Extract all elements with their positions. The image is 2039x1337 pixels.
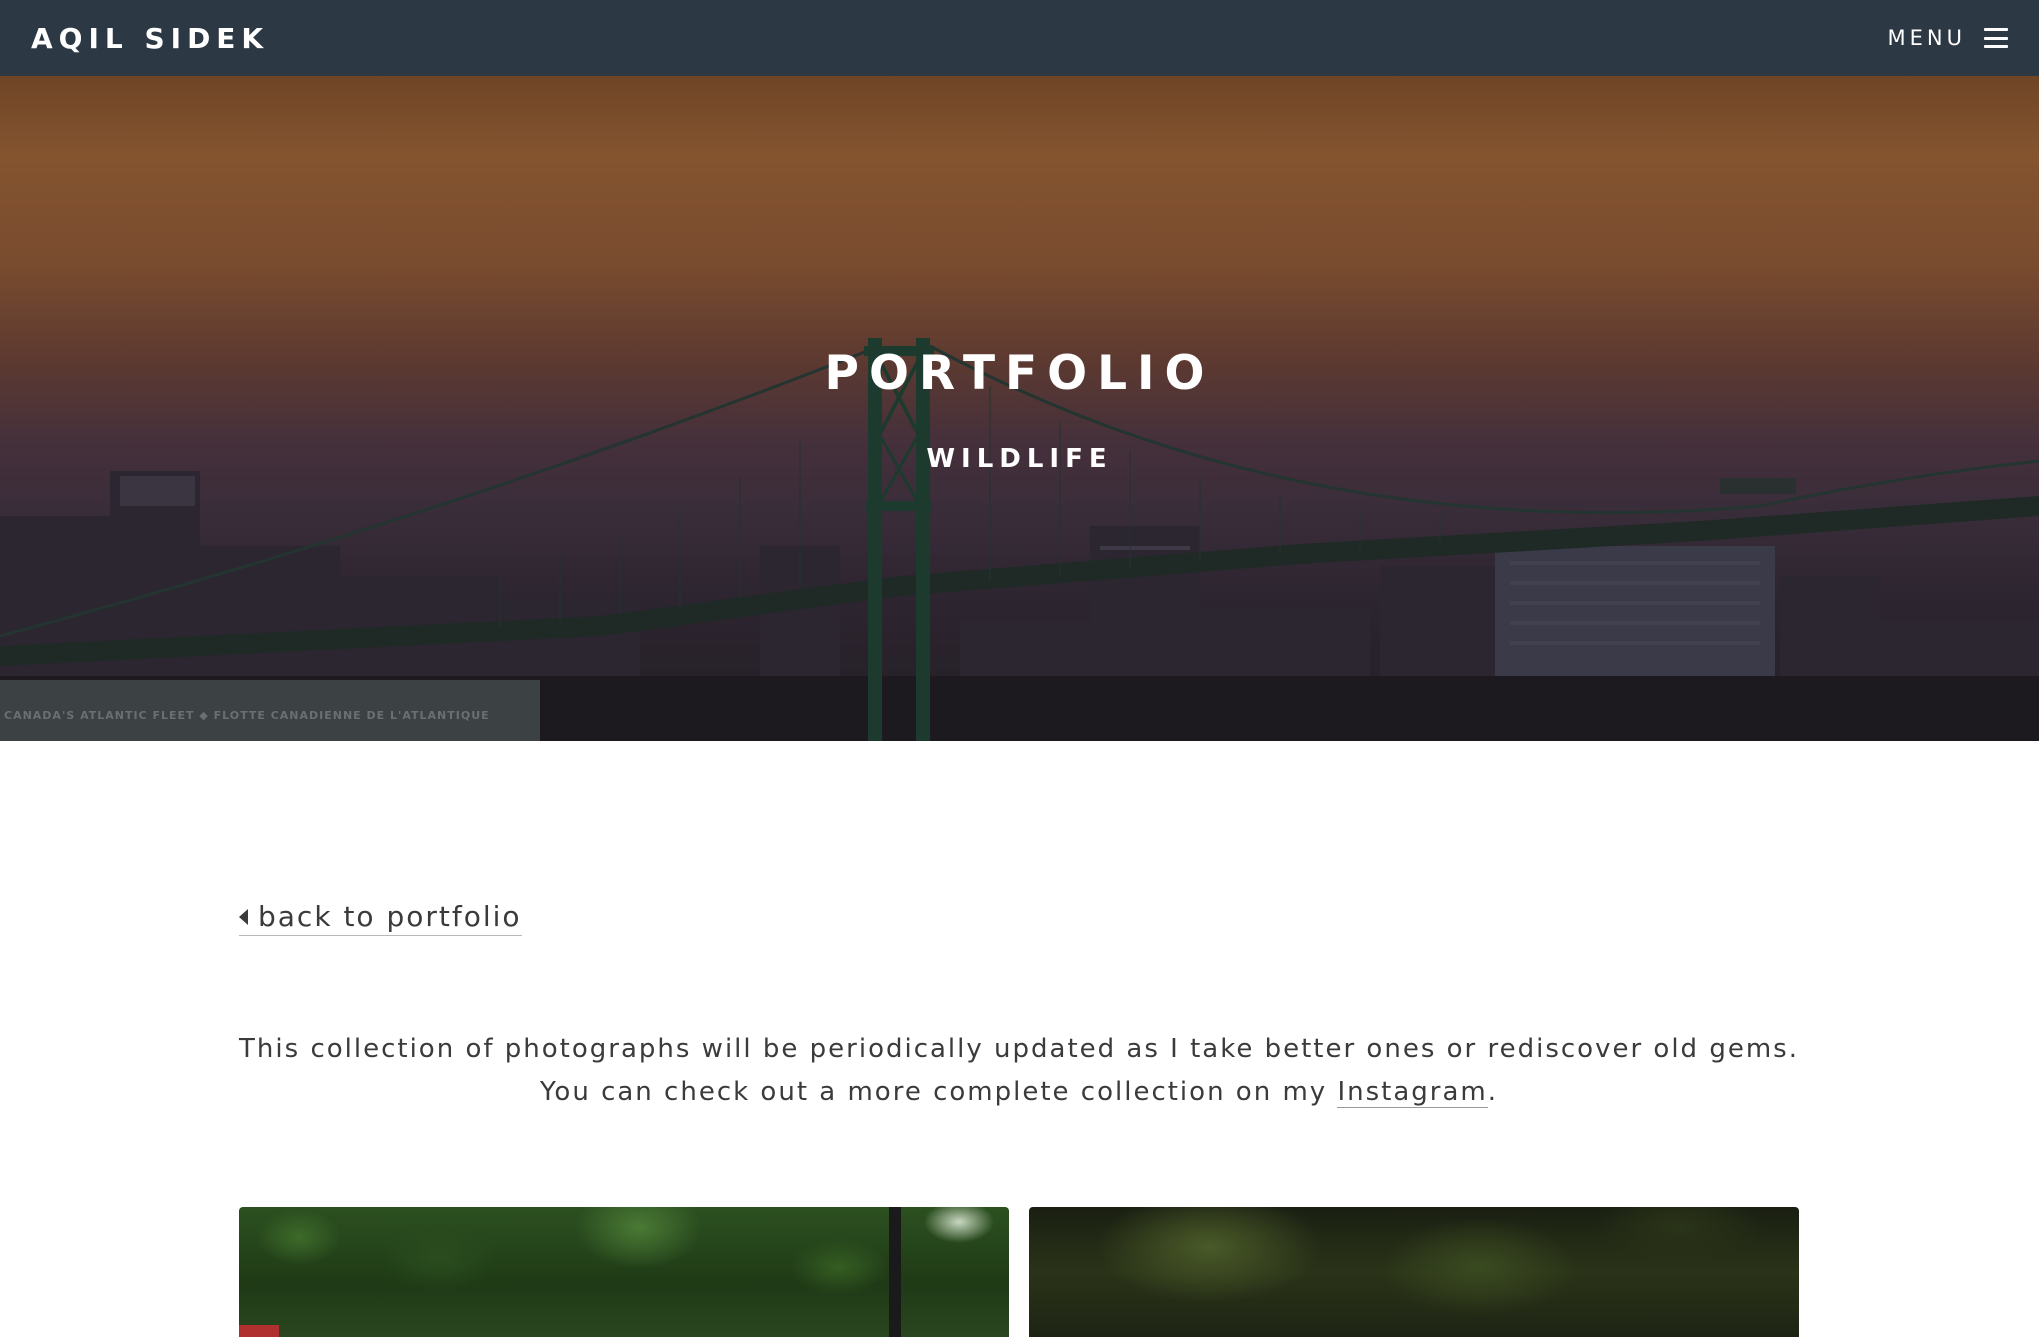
menu-button[interactable]: MENU <box>1888 26 2008 50</box>
gallery-photo[interactable] <box>1029 1207 1799 1337</box>
intro-line-1: This collection of photographs will be p… <box>239 1034 1799 1064</box>
instagram-link[interactable]: Instagram <box>1337 1077 1488 1108</box>
intro-text: This collection of photographs will be p… <box>239 1028 1799 1114</box>
menu-label: MENU <box>1887 26 1966 50</box>
back-to-portfolio-link[interactable]: back to portfolio <box>239 900 522 936</box>
bridge-skyline-image: CANADA'S ATLANTIC FLEET ◆ FLOTTE CANADIE… <box>0 338 2039 741</box>
hero-banner: CANADA'S ATLANTIC FLEET ◆ FLOTTE CANADIE… <box>0 76 2039 741</box>
gallery-photo[interactable] <box>239 1207 1009 1337</box>
intro-line-2-suffix: . <box>1487 1077 1498 1107</box>
back-link-label: back to portfolio <box>258 900 522 933</box>
page-subtitle: WILDLIFE <box>926 444 1113 474</box>
hamburger-icon <box>1984 28 2008 48</box>
photo-gallery <box>239 1207 1799 1337</box>
top-navbar: AQIL SIDEK MENU <box>0 0 2039 76</box>
caret-left-icon <box>239 908 248 925</box>
page-title: PORTFOLIO <box>824 346 1215 401</box>
shed-sign-text: CANADA'S ATLANTIC FLEET ◆ FLOTTE CANADIE… <box>4 709 490 722</box>
site-brand[interactable]: AQIL SIDEK <box>31 22 269 55</box>
intro-line-2-prefix: You can check out a more complete collec… <box>540 1077 1338 1107</box>
